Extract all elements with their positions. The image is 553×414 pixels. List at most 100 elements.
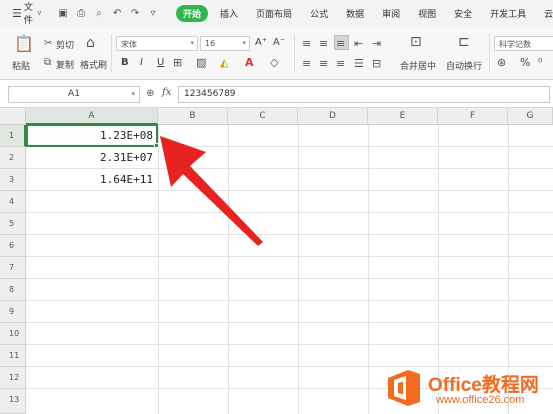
fill-handle[interactable]: [154, 143, 159, 148]
file-menu[interactable]: ☰ 文件 ∨: [12, 0, 42, 26]
formula-bar: A1 ▾ ⊕ fx 123456789: [0, 80, 553, 108]
tab-developer[interactable]: 开发工具: [490, 7, 526, 20]
formula-input[interactable]: 123456789: [178, 86, 550, 103]
quick-access-toolbar: ▣ ⎙ ⌕ ↶ ↷ ▿: [56, 6, 164, 20]
align-middle-icon[interactable]: ≡: [319, 38, 328, 49]
align-center-icon[interactable]: ≡: [319, 58, 328, 69]
row-header-4[interactable]: 4: [0, 191, 26, 213]
watermark-title: Office教程网: [428, 375, 539, 396]
distribute-icon[interactable]: ⊟: [372, 58, 381, 69]
scissors-icon[interactable]: ✂: [44, 38, 52, 49]
cut-label[interactable]: 剪切: [56, 38, 74, 51]
tab-cloud[interactable]: 云服务: [544, 7, 553, 20]
font-size-value: 16: [205, 39, 216, 48]
column-header-d[interactable]: D: [298, 108, 368, 125]
grow-font-button[interactable]: A⁺: [255, 37, 267, 48]
merge-center-icon[interactable]: ⊡: [410, 35, 422, 49]
paste-icon[interactable]: 📋: [14, 36, 34, 52]
tab-insert[interactable]: 插入: [220, 7, 238, 20]
ribbon-divider: [489, 34, 490, 72]
watermark-url: www.office26.com: [436, 394, 525, 406]
increase-indent-icon[interactable]: ⇥: [372, 38, 381, 49]
name-box-value: A1: [68, 89, 80, 99]
shrink-font-button[interactable]: A⁻: [273, 37, 285, 48]
chevron-down-icon: ▾: [190, 39, 194, 47]
zoom-search-icon[interactable]: ⊕: [146, 88, 154, 99]
align-left-icon[interactable]: ≡: [302, 58, 311, 69]
row-header-10[interactable]: 10: [0, 323, 26, 345]
font-color-icon[interactable]: A: [245, 57, 254, 68]
tab-home[interactable]: 开始: [176, 4, 209, 22]
row-header-7[interactable]: 7: [0, 257, 26, 279]
tab-view[interactable]: 视图: [418, 7, 436, 20]
row-header-2[interactable]: 2: [0, 147, 26, 169]
wrap-text-icon[interactable]: ⊏: [458, 35, 470, 49]
redo-icon[interactable]: ↷: [128, 6, 142, 20]
row-header-1[interactable]: 1: [0, 125, 26, 147]
bold-button[interactable]: B: [121, 57, 129, 68]
fx-icon[interactable]: fx: [162, 87, 171, 98]
merge-center-button[interactable]: 合并居中: [400, 59, 436, 72]
gridline: [26, 212, 553, 213]
cell-a2[interactable]: 2.31E+07: [27, 147, 157, 169]
quick-access-dropdown-icon[interactable]: ▿: [146, 6, 160, 20]
row-header-6[interactable]: 6: [0, 235, 26, 257]
font-name-select[interactable]: 宋体 ▾: [116, 36, 198, 51]
font-size-select[interactable]: 16 ▾: [200, 36, 250, 51]
row-header-9[interactable]: 9: [0, 301, 26, 323]
currency-icon[interactable]: ⊛: [497, 57, 506, 68]
align-top-icon[interactable]: ≡: [302, 38, 311, 49]
menu-bar: ☰ 文件 ∨ ▣ ⎙ ⌕ ↶ ↷ ▿ 开始 插入 页面布局 公式 数据 审阅 视…: [0, 0, 553, 26]
row-header-8[interactable]: 8: [0, 279, 26, 301]
format-painter-icon[interactable]: ⌂: [86, 36, 95, 50]
row-header-3[interactable]: 3: [0, 169, 26, 191]
gridline: [26, 344, 553, 345]
italic-button[interactable]: I: [140, 57, 143, 68]
print-preview-icon[interactable]: ⌕: [92, 6, 106, 20]
eraser-icon[interactable]: ◇: [270, 57, 278, 68]
align-bottom-icon[interactable]: ≡: [336, 38, 345, 49]
watermark: Office教程网 www.office26.com: [386, 364, 553, 414]
column-header-e[interactable]: E: [368, 108, 438, 125]
row-header-11[interactable]: 11: [0, 345, 26, 367]
fill-color-icon[interactable]: ◭: [220, 57, 228, 68]
format-painter-label[interactable]: 格式刷: [80, 58, 107, 71]
paste-label[interactable]: 粘贴: [12, 59, 30, 72]
hamburger-icon: ☰: [12, 6, 22, 20]
copy-icon[interactable]: ⧉: [44, 57, 51, 68]
underline-button[interactable]: U: [157, 57, 164, 68]
comma-style-icon[interactable]: ⁰: [538, 57, 542, 68]
name-box[interactable]: A1 ▾: [8, 86, 140, 103]
column-header-g[interactable]: G: [508, 108, 553, 125]
column-header-c[interactable]: C: [228, 108, 298, 125]
copy-label[interactable]: 复制: [56, 58, 74, 71]
active-cell-border: [26, 124, 158, 147]
row-header-5[interactable]: 5: [0, 213, 26, 235]
percent-button[interactable]: %: [520, 56, 530, 69]
column-header-a[interactable]: A: [26, 108, 158, 125]
gridline: [26, 322, 553, 323]
chevron-down-icon: ▾: [131, 90, 135, 98]
decrease-indent-icon[interactable]: ⇤: [354, 38, 363, 49]
column-header-f[interactable]: F: [438, 108, 508, 125]
wrap-text-button[interactable]: 自动换行: [446, 59, 482, 72]
cell-a3[interactable]: 1.64E+11: [27, 169, 157, 191]
number-format-select[interactable]: 科学记数: [494, 36, 553, 51]
undo-icon[interactable]: ↶: [110, 6, 124, 20]
cell-fill-icon[interactable]: ▨: [196, 57, 206, 68]
tab-review[interactable]: 审阅: [382, 7, 400, 20]
row-header-12[interactable]: 12: [0, 367, 26, 389]
row-header-13[interactable]: 13: [0, 389, 26, 414]
tab-formulas[interactable]: 公式: [310, 7, 328, 20]
column-header-b[interactable]: B: [158, 108, 228, 125]
tab-security[interactable]: 安全: [454, 7, 472, 20]
file-menu-label: 文件: [23, 3, 33, 26]
select-all-corner[interactable]: [0, 108, 26, 125]
justify-icon[interactable]: ☰: [354, 58, 364, 69]
align-right-icon[interactable]: ≡: [336, 58, 345, 69]
save-icon[interactable]: ▣: [56, 6, 70, 20]
print-icon[interactable]: ⎙: [74, 6, 88, 20]
tab-data[interactable]: 数据: [346, 7, 364, 20]
border-icon[interactable]: ⊞: [173, 57, 182, 68]
tab-page-layout[interactable]: 页面布局: [256, 7, 292, 20]
